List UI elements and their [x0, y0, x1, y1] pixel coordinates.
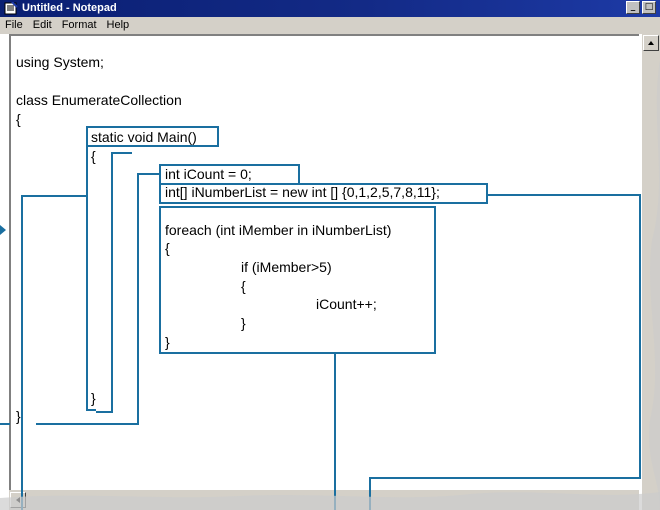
code-line: { [91, 148, 96, 164]
scroll-left-button[interactable] [10, 492, 26, 508]
horizontal-scrollbar[interactable] [9, 490, 639, 510]
text-editor[interactable]: using System; class EnumerateCollection … [9, 34, 639, 510]
code-line: int iCount = 0; [165, 166, 252, 182]
menu-edit[interactable]: Edit [28, 17, 57, 34]
code-line: } [91, 390, 96, 406]
scroll-left-arrow-icon [16, 497, 20, 503]
menu-file[interactable]: File [0, 17, 28, 34]
code-line: class EnumerateCollection [16, 92, 182, 108]
code-line: int[] iNumberList = new int [] {0,1,2,5,… [165, 184, 440, 200]
code-line: } [16, 408, 21, 424]
vertical-scrollbar[interactable] [642, 34, 660, 510]
notepad-window: Untitled - Notepad _ □ File Edit Format … [0, 0, 660, 510]
maximize-button[interactable]: □ [642, 1, 656, 14]
code-line: { [16, 111, 21, 127]
maximize-icon: □ [644, 2, 654, 12]
title-bar[interactable]: Untitled - Notepad _ □ [0, 0, 660, 17]
callout-arrow-left [0, 225, 6, 235]
code-line: } [241, 315, 246, 331]
window-title: Untitled - Notepad [22, 2, 117, 14]
code-line: foreach (int iMember in iNumberList) [165, 222, 392, 238]
menu-bar: File Edit Format Help [0, 17, 660, 34]
menu-format[interactable]: Format [57, 17, 102, 34]
minimize-icon: _ [630, 2, 636, 12]
code-line: iCount++; [316, 296, 377, 312]
menu-help[interactable]: Help [102, 17, 135, 34]
code-line: static void Main() [91, 129, 197, 145]
code-line: using System; [16, 54, 104, 70]
code-line: } [165, 334, 170, 350]
code-line: { [241, 278, 246, 294]
scroll-up-button[interactable] [643, 35, 659, 51]
window-controls: _ □ [626, 1, 656, 14]
minimize-button[interactable]: _ [626, 1, 640, 14]
scroll-up-arrow-icon [648, 41, 654, 45]
code-line: if (iMember>5) [241, 259, 332, 275]
code-line: { [165, 240, 170, 256]
notepad-icon[interactable] [4, 1, 18, 15]
